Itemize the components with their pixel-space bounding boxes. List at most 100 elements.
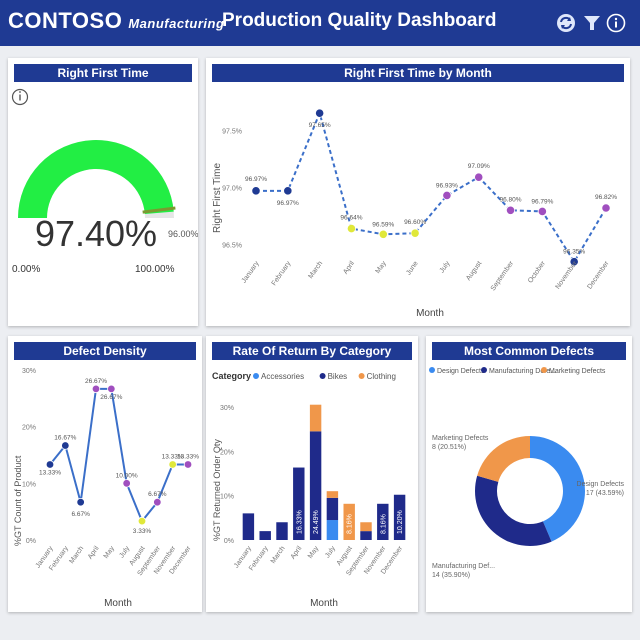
x-tick-label: June [405,260,420,277]
x-tick-label: May [375,260,389,275]
legend-item: Clothing [367,372,396,381]
y-tick-label: 0% [224,538,234,545]
x-tick-label: March [270,545,287,565]
data-label: 97.65% [309,122,331,129]
data-point [91,384,101,394]
refresh-icon[interactable] [556,13,576,33]
data-point [442,190,452,201]
data-point [474,172,484,182]
x-axis-label: Month [104,598,132,609]
filter-icon[interactable] [582,13,602,33]
slice-label: Design Defects [577,481,625,488]
brand-name: CONTOSO [8,8,123,33]
x-tick-label: November [555,260,580,291]
bar-segment [326,520,339,540]
data-label: 3.33% [133,528,152,535]
legend-item: Design Defects [437,368,485,375]
y-tick-label: 10% [22,481,36,488]
donut-slice [475,475,552,546]
bar-label: 24.49% [313,510,320,534]
data-label: 96.64% [340,215,362,222]
slice-label: Manufacturing Def... [432,563,495,570]
y-axis-label: %GT Count of Product [13,455,23,546]
bar-label: 8.16% [347,514,354,534]
data-label: 96.82% [595,194,617,201]
legend-marker [358,373,365,379]
x-tick-label: August [465,260,483,282]
legend-item: Marketing Defects [549,368,606,375]
data-point [137,516,147,526]
data-point [505,205,516,215]
data-label: 96.97% [245,176,267,183]
data-point [45,460,55,469]
bar-segment [360,522,372,532]
bar-label: 10.20% [397,510,404,534]
slice-value: 8 (20.51%) [432,444,466,451]
x-tick-label: April [342,260,356,276]
bar-label: 8.16% [380,514,387,534]
y-tick-label: 97.5% [222,128,242,135]
x-tick-label: March [307,260,324,280]
x-tick-label: September [490,260,516,293]
bar-segment [326,497,339,521]
slice-label: Marketing Defects [432,435,489,442]
x-tick-label: October [527,260,547,285]
x-tick-label: May [307,545,321,560]
gauge-panel: Right First Time 97.40% 0.00% 100.00% 96… [8,58,198,326]
rft-month-chart: Right First Time Month 97.5% 97.0% 96.5% 96… [212,108,617,319]
data-point [601,203,611,213]
y-tick-label: 96.5% [222,243,242,250]
info-circle-icon[interactable] [11,88,29,106]
data-label: 13.33% [177,453,199,460]
legend-marker [429,367,435,373]
legend-item: Bikes [328,372,348,381]
legend-marker [319,373,326,379]
x-tick-label: April [87,545,101,561]
legend-item: Accessories [261,372,304,381]
legend-marker [481,367,487,373]
gauge-chart: 97.40% 0.00% 100.00% 96.00% [11,88,198,275]
bar-segment [309,404,322,432]
defect-density-chart: %GT Count of Product Month 30% 20% 10% 0% 13… [13,368,199,609]
legend-title: Category [212,371,251,381]
data-label: 96.93% [436,182,458,189]
gauge-max-label: 100.00% [135,264,175,275]
rft-month-panel: Right First Time by Month Right First Ti… [206,58,630,326]
bar-label: 16.33% [296,510,303,534]
y-tick-label: 20% [22,425,36,432]
data-point [251,186,261,196]
x-tick-label: February [271,260,293,287]
data-point [61,441,70,450]
data-label: 13.33% [39,469,61,476]
data-label: 26.67% [85,378,107,385]
legend-marker [253,373,259,379]
y-tick-label: 97.0% [222,185,242,192]
bar-segment [360,531,372,540]
series-line [256,110,607,264]
x-tick-label: January [241,260,261,285]
data-label: 6.67% [148,491,167,498]
data-point [283,186,293,196]
x-tick-label: July [118,545,131,560]
info-icon[interactable] [606,13,626,33]
x-tick-label: April [290,545,304,561]
app-header: CONTOSO Manufacturing Production Quality … [0,0,640,46]
brand-logo: CONTOSO Manufacturing [8,8,224,34]
x-tick-label: December [586,260,611,291]
defect-density-panel: Defect Density %GT Count of Product Mont… [8,336,202,612]
y-tick-label: 20% [220,449,234,456]
data-point [153,498,162,507]
slice-value: 17 (43.59%) [586,490,624,497]
bar-segment [276,522,288,540]
x-tick-label: March [68,545,85,565]
gauge-fill [18,140,174,218]
data-point [107,384,116,394]
bar-segment [242,513,255,540]
x-axis-label: Month [416,308,444,319]
y-tick-label: 30% [22,368,36,375]
data-label: 6.67% [71,511,90,518]
data-point [122,479,131,488]
data-label: 96.59% [372,221,394,228]
common-defects-panel: Most Common Defects Design Defects Manufa… [426,336,632,612]
data-point [168,460,177,469]
